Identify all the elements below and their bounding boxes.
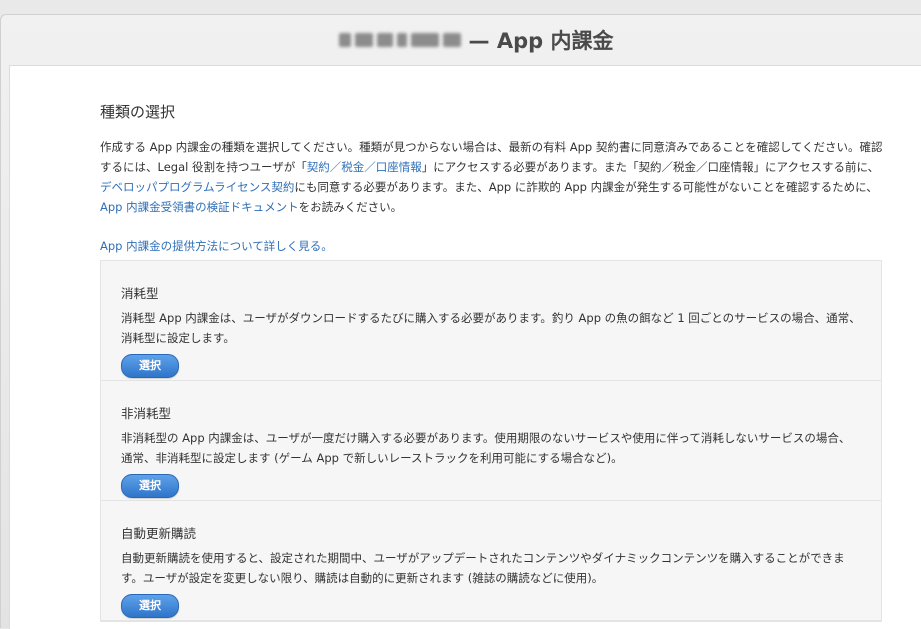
select-consumable-button[interactable]: 選択 [121, 354, 179, 378]
redacted-chunk [354, 33, 373, 47]
window-title-text: — App 内課金 [468, 29, 614, 53]
redacted-app-name [338, 33, 461, 47]
iap-type-non-consumable: 非消耗型 非消耗型の App 内課金は、ユーザが一度だけ購入する必要があります。… [101, 381, 881, 501]
description-text: 」にアクセスする必要があります。また「契約／税金／口座情報」にアクセスする前に、 [421, 160, 880, 174]
redacted-chunk [442, 33, 461, 47]
description-text: をお読みください。 [298, 200, 403, 214]
description-text: にも同意する必要があります。また、App に詐欺的 App 内課金が発生する可能… [294, 180, 878, 194]
redacted-chunk [338, 33, 351, 47]
window-title: — App 内課金 [338, 25, 614, 55]
type-name: 非消耗型 [121, 406, 172, 421]
agreements-tax-banking-link[interactable]: 契約／税金／口座情報 [307, 160, 422, 174]
app-window: — App 内課金 種類の選択 作成する App 内課金の種類を選択してください… [0, 14, 921, 629]
type-name: 消耗型 [121, 286, 159, 301]
iap-type-consumable: 消耗型 消耗型 App 内課金は、ユーザがダウンロードするたびに購入する必要があ… [101, 261, 881, 381]
type-description: 消耗型 App 内課金は、ユーザがダウンロードするたびに購入する必要があります。… [121, 311, 861, 345]
learn-more-link[interactable]: App 内課金の提供方法について詳しく見る。 [100, 237, 884, 255]
iap-type-auto-renewable: 自動更新購読 自動更新購読を使用すると、設定された期間中、ユーザがアップデートさ… [101, 501, 881, 621]
redacted-chunk [376, 33, 393, 47]
type-selection-description: 作成する App 内課金の種類を選択してください。種類が見つからない場合は、最新… [100, 137, 884, 217]
page-title: 種類の選択 [100, 103, 176, 121]
redacted-chunk [396, 33, 407, 47]
type-name: 自動更新購読 [121, 526, 197, 541]
receipt-validation-doc-link[interactable]: App 内課金受領書の検証ドキュメント [100, 200, 299, 214]
content-inner: 種類の選択 作成する App 内課金の種類を選択してください。種類が見つからない… [100, 66, 884, 622]
main-content: 種類の選択 作成する App 内課金の種類を選択してください。種類が見つからない… [9, 65, 921, 629]
iap-type-list: 消耗型 消耗型 App 内課金は、ユーザがダウンロードするたびに購入する必要があ… [100, 260, 882, 622]
redacted-chunk [410, 33, 439, 47]
type-description: 非消耗型の App 内課金は、ユーザが一度だけ購入する必要があります。使用期限の… [121, 431, 851, 465]
developer-program-license-link[interactable]: デベロッパプログラムライセンス契約 [100, 180, 294, 194]
window-titlebar: — App 内課金 [1, 15, 921, 65]
type-description: 自動更新購読を使用すると、設定された期間中、ユーザがアップデートされたコンテンツ… [121, 551, 845, 585]
select-auto-renewable-button[interactable]: 選択 [121, 594, 179, 618]
select-non-consumable-button[interactable]: 選択 [121, 474, 179, 498]
